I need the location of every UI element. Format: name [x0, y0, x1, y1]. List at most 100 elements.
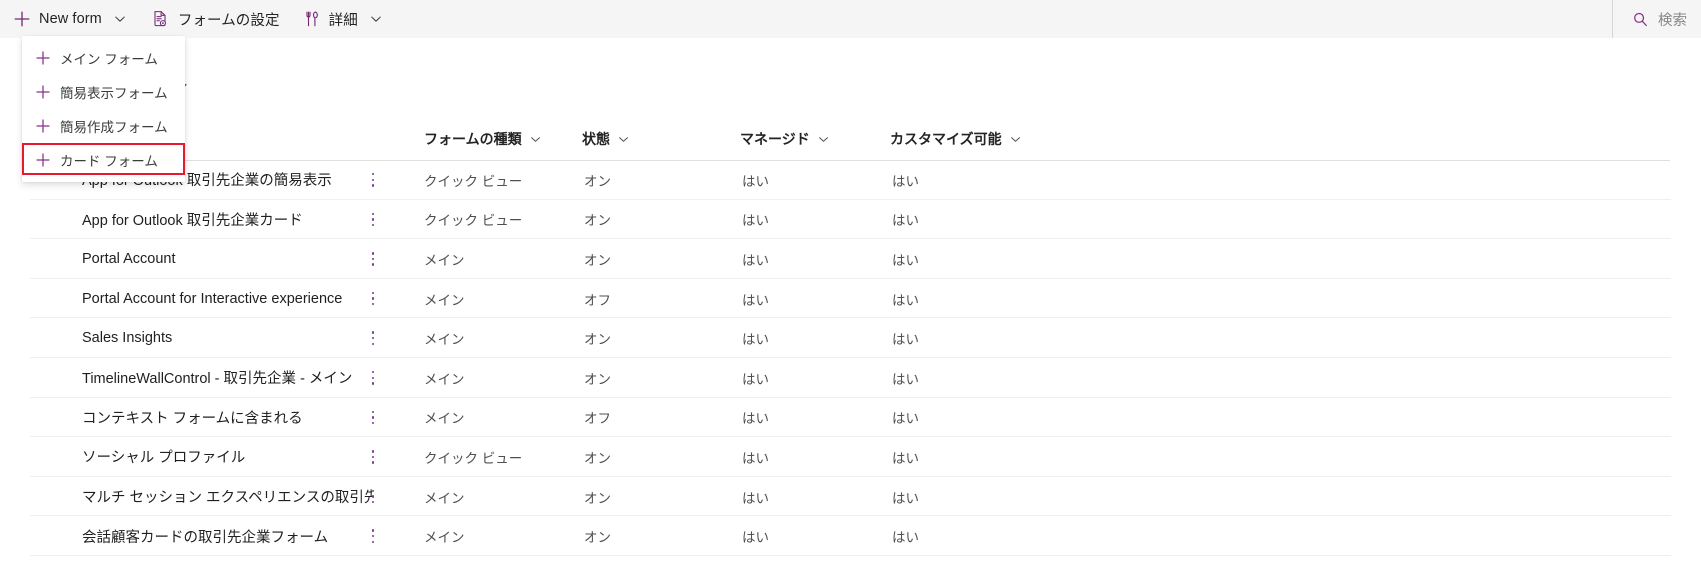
cell-managed: はい	[742, 411, 769, 427]
form-settings-label: フォームの設定	[177, 12, 280, 29]
row-more-options-icon[interactable]	[364, 318, 382, 358]
chevron-down-icon[interactable]	[618, 134, 629, 145]
cell-name[interactable]: ソーシャル プロファイル	[82, 437, 372, 477]
cell-name[interactable]: Portal Account for Interactive experienc…	[82, 279, 372, 319]
cell-type: クイック ビュー	[424, 450, 523, 466]
cell-type: クイック ビュー	[424, 173, 523, 189]
column-header-label: フォームの種類	[424, 131, 522, 147]
plus-icon	[12, 9, 32, 29]
menu-item-label: メイン フォーム	[60, 52, 158, 67]
plus-icon	[34, 50, 51, 67]
chevron-down-icon[interactable]	[367, 10, 385, 28]
cell-managed: はい	[742, 213, 769, 229]
column-header-state[interactable]: 状態	[582, 129, 629, 149]
plus-icon	[34, 152, 51, 169]
cell-managed: はい	[742, 173, 769, 189]
plus-icon	[34, 84, 51, 101]
chevron-down-icon[interactable]	[818, 134, 829, 145]
cell-customizable: はい	[892, 371, 919, 387]
cell-state: オン	[584, 490, 611, 506]
menu-item-label: カード フォーム	[60, 154, 158, 169]
menu-item-1[interactable]: 簡易表示フォーム	[22, 75, 185, 109]
menu-item-label: 簡易作成フォーム	[60, 120, 168, 135]
cell-name[interactable]: App for Outlook 取引先企業カード	[82, 200, 372, 240]
cell-name[interactable]: 会話顧客カードの取引先企業フォーム	[82, 516, 372, 556]
cell-name[interactable]: Sales Insights	[82, 318, 372, 358]
forms-grid: フォームの種類 状態 マネージド カスタマイズ可能 App for Outlook 取…	[0, 118, 1701, 556]
chevron-down-icon[interactable]	[111, 10, 129, 28]
cell-type: メイン	[424, 490, 465, 506]
column-header-label: 状態	[582, 131, 610, 147]
cell-state: オン	[584, 173, 611, 189]
new-form-dropdown-menu: メイン フォーム 簡易表示フォーム 簡易作成フォーム カード フォーム	[22, 36, 185, 182]
table-row[interactable]: マルチ セッション エクスペリエンスの取引先企業 メイン オン はい はい	[30, 477, 1671, 517]
cell-managed: はい	[742, 292, 769, 308]
column-header-label: カスタマイズ可能	[890, 131, 1002, 147]
new-form-label: New form	[39, 11, 102, 27]
cell-managed: はい	[742, 530, 769, 546]
column-header-managed[interactable]: マネージド	[740, 129, 829, 149]
row-more-options-icon[interactable]	[364, 358, 382, 398]
row-more-options-icon[interactable]	[364, 239, 382, 279]
row-more-options-icon[interactable]	[364, 160, 382, 200]
table-row[interactable]: 会話顧客カードの取引先企業フォーム メイン オン はい はい	[30, 516, 1671, 556]
chevron-down-icon[interactable]	[1010, 134, 1021, 145]
cell-customizable: はい	[892, 292, 919, 308]
cell-state: オン	[584, 252, 611, 268]
table-row[interactable]: App for Outlook 取引先企業カード クイック ビュー オン はい はい	[30, 200, 1671, 240]
new-form-button[interactable]: New form	[0, 0, 139, 38]
cell-customizable: はい	[892, 173, 919, 189]
cell-managed: はい	[742, 332, 769, 348]
menu-item-0[interactable]: メイン フォーム	[22, 41, 185, 75]
form-settings-button[interactable]: フォームの設定	[139, 0, 290, 38]
table-row[interactable]: Portal Account メイン オン はい はい	[30, 239, 1671, 279]
cell-managed: はい	[742, 490, 769, 506]
column-header-customizable[interactable]: カスタマイズ可能	[890, 129, 1021, 149]
app-root: New form フォームの設定 詳細 検索 フォームの種類 状態 マネージド …	[0, 0, 1701, 587]
cell-state: オン	[584, 213, 611, 229]
cell-customizable: はい	[892, 450, 919, 466]
tools-icon	[302, 9, 322, 29]
document-settings-icon	[151, 9, 171, 29]
search-input[interactable]: 検索	[1613, 0, 1701, 38]
row-more-options-icon[interactable]	[364, 477, 382, 517]
menu-item-3[interactable]: カード フォーム	[22, 143, 185, 177]
table-row[interactable]: ソーシャル プロファイル クイック ビュー オン はい はい	[30, 437, 1671, 477]
cell-name[interactable]: マルチ セッション エクスペリエンスの取引先企業	[82, 477, 372, 517]
cell-type: メイン	[424, 292, 465, 308]
cell-type: メイン	[424, 371, 465, 387]
grid-body: App for Outlook 取引先企業の簡易表示 クイック ビュー オン はい はい…	[0, 160, 1701, 556]
row-more-options-icon[interactable]	[364, 516, 382, 556]
cell-managed: はい	[742, 371, 769, 387]
more-label: 詳細	[328, 12, 358, 29]
cell-state: オン	[584, 450, 611, 466]
cell-name[interactable]: Portal Account	[82, 239, 372, 279]
more-button[interactable]: 詳細	[290, 0, 395, 38]
row-more-options-icon[interactable]	[364, 437, 382, 477]
table-row[interactable]: Portal Account for Interactive experienc…	[30, 279, 1671, 319]
cell-state: オフ	[584, 411, 611, 427]
column-header-type[interactable]: フォームの種類	[424, 129, 541, 149]
cell-customizable: はい	[892, 490, 919, 506]
cell-type: メイン	[424, 332, 465, 348]
table-row[interactable]: App for Outlook 取引先企業の簡易表示 クイック ビュー オン はい はい	[30, 160, 1671, 200]
menu-item-label: 簡易表示フォーム	[60, 86, 168, 101]
column-header-label: マネージド	[740, 131, 810, 147]
table-row[interactable]: TimelineWallControl - 取引先企業 - メイン メイン オン はい…	[30, 358, 1671, 398]
row-more-options-icon[interactable]	[364, 200, 382, 240]
cell-name[interactable]: TimelineWallControl - 取引先企業 - メイン	[82, 358, 372, 398]
row-more-options-icon[interactable]	[364, 279, 382, 319]
cell-state: オン	[584, 530, 611, 546]
cell-state: オン	[584, 371, 611, 387]
cell-customizable: はい	[892, 252, 919, 268]
table-row[interactable]: Sales Insights メイン オン はい はい	[30, 318, 1671, 358]
cell-type: メイン	[424, 411, 465, 427]
table-row[interactable]: コンテキスト フォームに含まれる メイン オフ はい はい	[30, 398, 1671, 438]
cell-name[interactable]: コンテキスト フォームに含まれる	[82, 398, 372, 438]
chevron-down-icon[interactable]	[530, 134, 541, 145]
cell-type: クイック ビュー	[424, 213, 523, 229]
command-bar: New form フォームの設定 詳細 検索	[0, 0, 1701, 38]
menu-item-2[interactable]: 簡易作成フォーム	[22, 109, 185, 143]
cell-state: オフ	[584, 292, 611, 308]
row-more-options-icon[interactable]	[364, 398, 382, 438]
